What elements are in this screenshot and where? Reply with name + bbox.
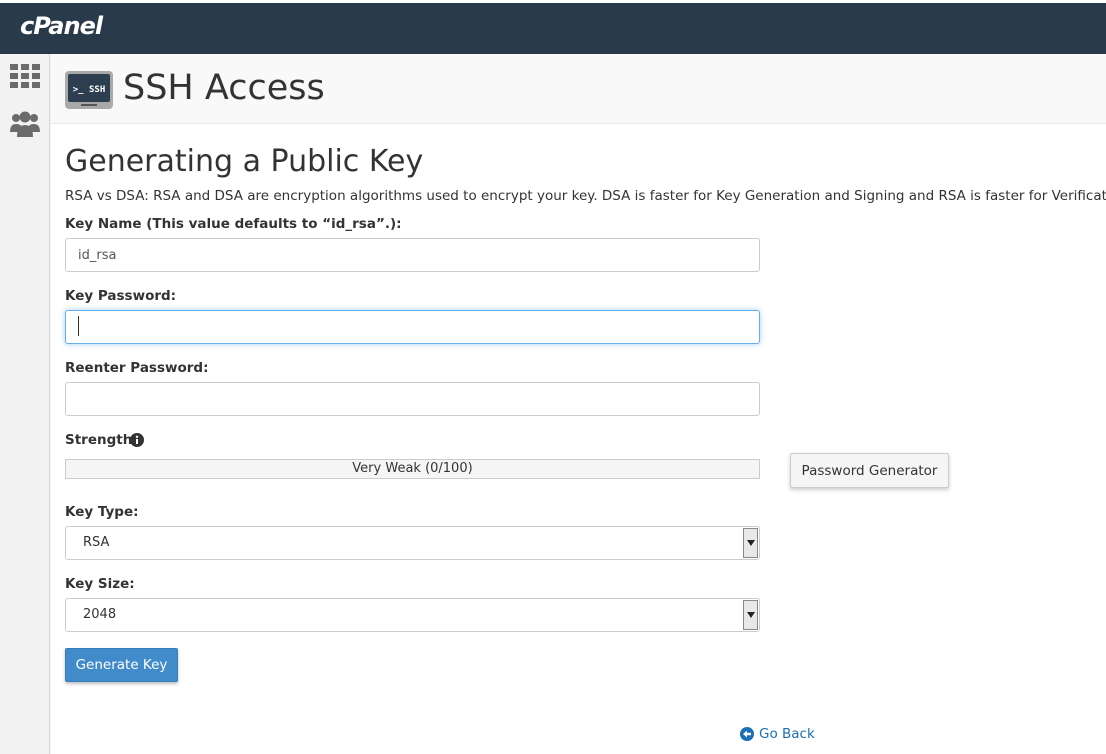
- ssh-terminal-icon: >_ SSH: [65, 71, 113, 109]
- ssh-icon-text: >_ SSH: [73, 85, 106, 95]
- top-navbar: cPanel: [0, 0, 1106, 54]
- strength-meter: Very Weak (0/100): [65, 459, 760, 479]
- key-type-value: RSA: [83, 535, 110, 550]
- strength-label: Strength: [65, 432, 133, 448]
- key-password-label: Key Password:: [65, 288, 177, 304]
- password-generator-button[interactable]: Password Generator: [790, 453, 949, 488]
- cpanel-logo[interactable]: cPanel: [20, 12, 103, 40]
- go-back-link[interactable]: Go Back: [740, 726, 815, 742]
- main-content: >_ SSH SSH Access Generating a Public Ke…: [51, 54, 1106, 754]
- section-title: Generating a Public Key: [65, 144, 424, 179]
- text-caret: [78, 316, 79, 336]
- users-icon[interactable]: [10, 110, 40, 138]
- key-password-input[interactable]: [65, 310, 760, 344]
- key-size-value: 2048: [83, 607, 117, 622]
- reenter-password-label: Reenter Password:: [65, 360, 209, 376]
- description-text: RSA vs DSA: RSA and DSA are encryption a…: [65, 188, 1106, 204]
- arrow-left-circle-icon: [740, 727, 754, 741]
- key-name-input[interactable]: [65, 238, 760, 272]
- reenter-password-input[interactable]: [65, 382, 760, 416]
- key-type-label: Key Type:: [65, 504, 139, 520]
- chevron-down-icon[interactable]: [743, 528, 758, 558]
- info-icon[interactable]: [130, 432, 144, 447]
- page-header: >_ SSH SSH Access: [51, 54, 1106, 124]
- key-type-select[interactable]: RSA: [65, 526, 760, 560]
- key-size-select[interactable]: 2048: [65, 598, 760, 632]
- sidebar: [0, 54, 50, 754]
- go-back-label: Go Back: [759, 726, 815, 742]
- apps-grid-icon[interactable]: [10, 64, 40, 92]
- chevron-down-icon[interactable]: [743, 600, 758, 630]
- generate-key-button[interactable]: Generate Key: [65, 648, 178, 682]
- key-size-label: Key Size:: [65, 576, 135, 592]
- page-title: SSH Access: [123, 68, 325, 108]
- key-name-label: Key Name (This value defaults to “id_rsa…: [65, 216, 402, 232]
